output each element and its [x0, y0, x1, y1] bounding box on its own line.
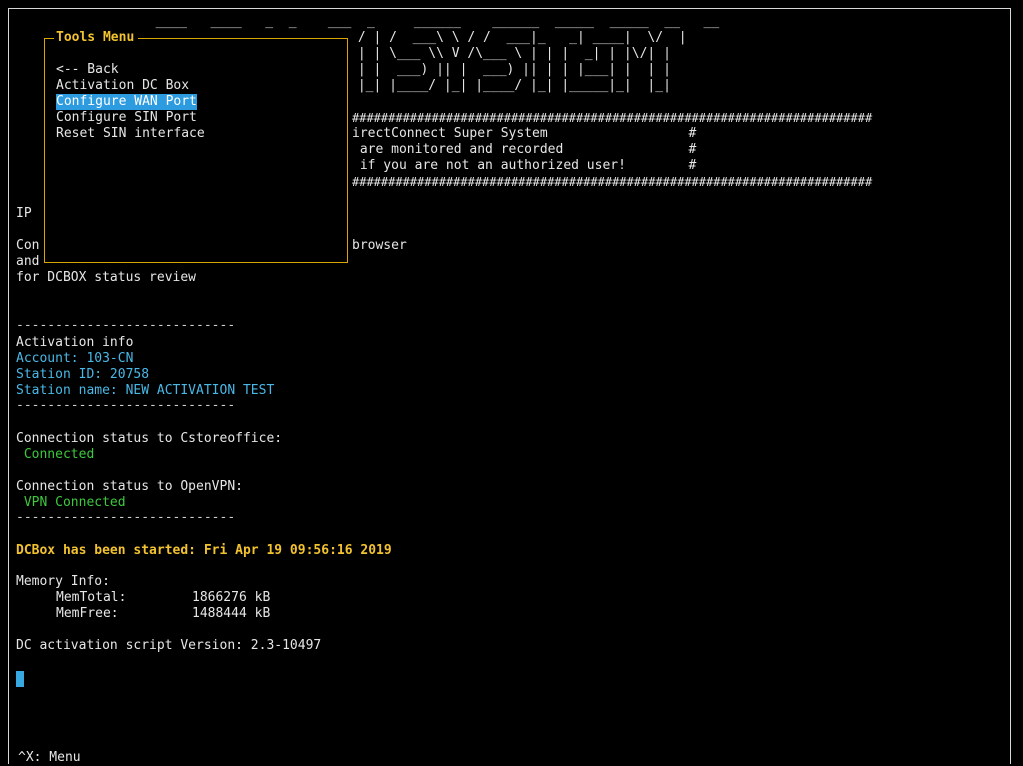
con-fragment: Con: [16, 238, 40, 253]
script-version-line: DC activation script Version: 2.3-10497: [16, 638, 322, 653]
terminal-cursor: [16, 671, 24, 687]
station-name-line: Station name: NEW ACTIVATION TEST: [16, 383, 275, 398]
separator-3: ----------------------------: [16, 510, 236, 525]
banner-art-line-0: ____ ____ _ _ ___ _ ______ ______ _____ …: [140, 14, 720, 29]
cstore-status-label: Connection status to Cstoreoffice:: [16, 431, 283, 446]
menu-shortcut-hint: ^X: Menu: [14, 750, 85, 766]
separator-1: ----------------------------: [16, 318, 236, 333]
and-fragment: and: [16, 254, 40, 269]
memory-heading: Memory Info:: [16, 574, 110, 589]
menu-item-configure-wan-port[interactable]: Configure WAN Port: [56, 94, 197, 110]
activation-heading: Activation info: [16, 335, 134, 350]
banner-art-line-4: |_| |____/ |_| |____/ |_| |_____|_| |_|: [350, 78, 671, 93]
menu-item-activation-dc-box[interactable]: Activation DC Box: [56, 78, 189, 94]
vpn-status-label: Connection status to OpenVPN:: [16, 479, 243, 494]
memfree-value: 1488444 kB: [192, 606, 271, 621]
tools-menu-title: Tools Menu: [54, 30, 139, 46]
banner-hash-top: ########################################…: [352, 111, 873, 125]
account-line: Account: 103-CN: [16, 351, 134, 366]
cstore-status-value: Connected: [16, 447, 95, 462]
vpn-status-value: VPN Connected: [16, 495, 126, 510]
status-review-text: for DCBOX status review: [16, 270, 197, 285]
dcbox-started-line: DCBox has been started: Fri Apr 19 09:56…: [16, 543, 392, 558]
banner-art-line-2: | | \___ \\ V /\___ \ | | | _| | |\/| |: [350, 46, 671, 61]
banner-hash-bottom: ########################################…: [352, 175, 873, 189]
banner-warning-2: if you are not an authorized user! #: [352, 158, 697, 173]
banner-art-line-3: | | ___) || | ___) || | | |___| | | |: [350, 62, 671, 77]
menu-item-reset-sin-interface[interactable]: Reset SIN interface: [56, 126, 205, 142]
station-id-line: Station ID: 20758: [16, 367, 150, 382]
ip-fragment: IP: [16, 206, 32, 221]
browser-fragment: browser: [352, 238, 407, 253]
menu-item-back[interactable]: <-- Back: [56, 62, 119, 78]
banner-warning-1: are monitored and recorded #: [352, 142, 697, 157]
banner-art-line-1: / | / ___\ \ / / ___|_ _| ____| \/ |: [350, 30, 687, 45]
banner-warning-0: irectConnect Super System #: [352, 126, 697, 141]
separator-2: ----------------------------: [16, 398, 236, 413]
memtotal-label: MemTotal:: [56, 590, 127, 605]
memtotal-value: 1866276 kB: [192, 590, 271, 605]
memfree-label: MemFree:: [56, 606, 119, 621]
menu-item-configure-sin-port[interactable]: Configure SIN Port: [56, 110, 197, 126]
